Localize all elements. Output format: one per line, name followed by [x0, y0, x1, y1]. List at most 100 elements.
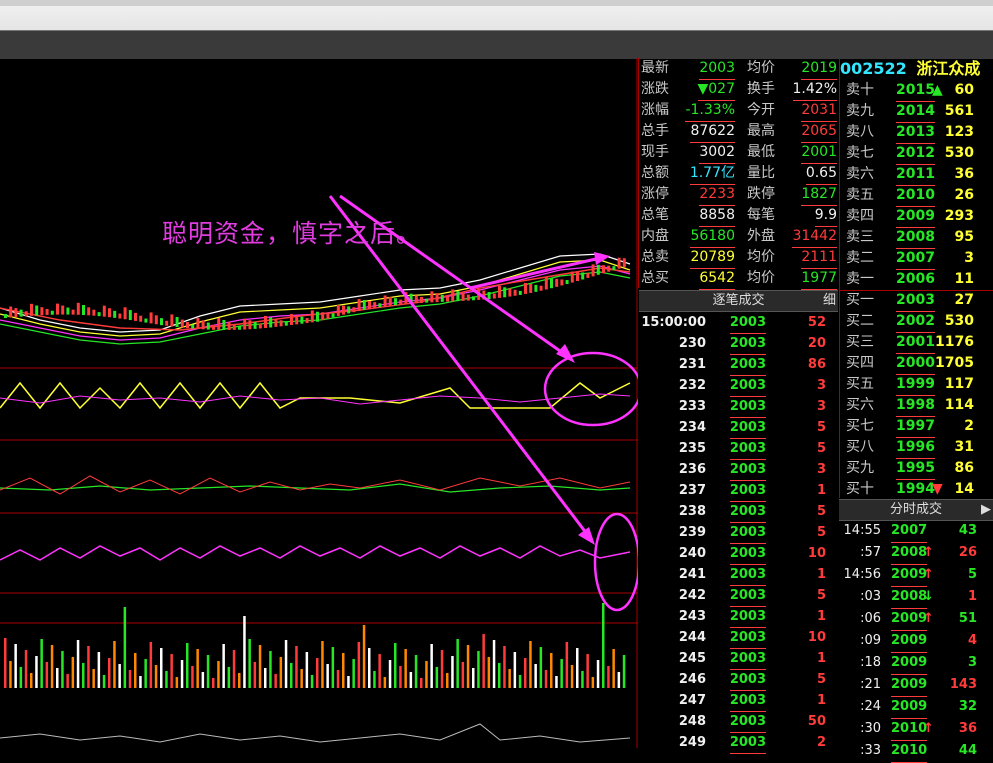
- tick-row[interactable]: 233 2003 3: [639, 396, 838, 418]
- volume-bar: [196, 649, 199, 688]
- volume-bar: [102, 675, 106, 688]
- tick-price: 2003: [729, 417, 766, 439]
- fen-row[interactable]: :03 2008 ↓ 1: [839, 586, 993, 609]
- tick-price: 2003: [729, 480, 766, 502]
- tick-detail-button[interactable]: 细: [823, 291, 836, 311]
- quote-value: 2001: [801, 142, 837, 164]
- tick-header[interactable]: 逐笔成交 细: [639, 290, 838, 312]
- tick-row[interactable]: 15:00:00 2003 52: [639, 312, 838, 334]
- tick-row[interactable]: 235 2003 5: [639, 438, 838, 460]
- tick-row[interactable]: 245 2003 1: [639, 648, 838, 670]
- quote-value: 31442: [792, 226, 837, 248]
- candle: [4, 314, 7, 318]
- quote-row: 涨幅 -1.33% 今开 2031: [639, 100, 839, 122]
- candle: [368, 301, 371, 310]
- candle: [128, 310, 132, 321]
- fen-header[interactable]: 分时成交 ▶: [839, 499, 993, 521]
- window-top-bar: [0, 0, 993, 59]
- volume-bar: [446, 673, 449, 688]
- level-label: 卖二: [846, 250, 874, 266]
- volume-bar: [87, 646, 90, 688]
- quote-label: 总额: [641, 165, 669, 181]
- level-price: 1999: [896, 374, 935, 396]
- candle: [196, 317, 200, 329]
- tick-row[interactable]: 232 2003 3: [639, 375, 838, 397]
- volume-bar: [66, 674, 69, 688]
- volume-bar: [466, 645, 470, 688]
- quote-label: 总手: [641, 123, 669, 139]
- fen-price: 2008: [891, 586, 928, 609]
- tick-row[interactable]: 244 2003 10: [639, 627, 838, 649]
- quote-row: 最新 2003 均价 2019: [639, 58, 839, 80]
- volume-bar: [290, 663, 293, 688]
- tick-row[interactable]: 242 2003 5: [639, 585, 838, 607]
- fen-volume: 26: [958, 545, 977, 560]
- volume-bar: [399, 666, 402, 688]
- fen-row[interactable]: :24 2009 32: [839, 696, 993, 719]
- kline-chart[interactable]: 聪明资金，慎字之后。: [0, 58, 638, 748]
- volume-bar: [310, 675, 314, 688]
- level-price: 2014: [896, 101, 935, 123]
- bid-row: 买三 2001 1176: [840, 332, 993, 354]
- tick-row[interactable]: 239 2003 5: [639, 522, 838, 544]
- tick-price: 2003: [729, 354, 766, 376]
- volume-bar: [544, 670, 548, 688]
- tick-volume: 5: [816, 525, 826, 540]
- fen-row[interactable]: 14:55 2007 43: [839, 520, 993, 543]
- volume-bar: [24, 650, 28, 688]
- tick-row[interactable]: 248 2003 50: [639, 711, 838, 733]
- candle: [550, 278, 553, 289]
- volume-bar: [113, 641, 116, 688]
- tick-volume: 2: [816, 735, 826, 750]
- volume-bar: [388, 660, 392, 688]
- ask-row: 卖十 2015 ▲ 60: [840, 80, 993, 102]
- fen-volume: 5: [967, 567, 977, 582]
- volume-bar: [149, 642, 153, 688]
- tick-row[interactable]: 238 2003 5: [639, 501, 838, 523]
- fen-row[interactable]: :09 2009 4: [839, 630, 993, 653]
- tick-row[interactable]: 237 2003 1: [639, 480, 838, 502]
- quote-row: 涨跌 ▼027 换手 1.42%: [639, 79, 839, 101]
- tick-row[interactable]: 231 2003 86: [639, 354, 838, 376]
- tick-price: 2003: [729, 711, 766, 733]
- tick-time: 245: [678, 651, 706, 666]
- tick-row[interactable]: 234 2003 5: [639, 417, 838, 439]
- tick-row[interactable]: 241 2003 1: [639, 564, 838, 586]
- fen-row[interactable]: 14:56 2009 ↑ 5: [839, 564, 993, 587]
- tick-row[interactable]: 249 2003 2: [639, 732, 838, 754]
- tick-list[interactable]: 15:00:00 2003 52 230 2003 20 231 2003 86 232 2003 3…: [639, 312, 838, 754]
- quote-label: 最新: [641, 60, 669, 76]
- volume-bar: [622, 655, 626, 688]
- fen-time: :06: [860, 611, 881, 626]
- fen-list[interactable]: 14:55 2007 43:57 2008 ↑ 26 14:56 2009 ↑ 5:03 2008 ↓…: [839, 520, 993, 763]
- tick-row[interactable]: 243 2003 1: [639, 606, 838, 628]
- level-volume: 530: [944, 145, 974, 161]
- fen-price: 2008: [891, 542, 928, 565]
- tick-row[interactable]: 240 2003 10: [639, 543, 838, 565]
- level-price: 2011: [896, 164, 935, 186]
- fen-row[interactable]: :33 2010 44: [839, 740, 993, 763]
- candle: [170, 314, 174, 327]
- volume-bar: [19, 667, 23, 688]
- bid-row: 买五 1999 117: [840, 374, 993, 396]
- tick-row[interactable]: 247 2003 1: [639, 690, 838, 712]
- candle: [539, 285, 543, 291]
- volume-bar: [61, 651, 64, 688]
- fen-row[interactable]: :57 2008 ↑ 26: [839, 542, 993, 565]
- volume-bar: [248, 639, 251, 688]
- volume-bar: [492, 640, 496, 688]
- candle: [414, 295, 418, 304]
- tick-row[interactable]: 246 2003 5: [639, 669, 838, 691]
- tick-time: 249: [678, 735, 706, 750]
- candle: [581, 272, 585, 280]
- fen-row[interactable]: :21 2009 143: [839, 674, 993, 697]
- fen-row[interactable]: :30 2010 ↑ 36: [839, 718, 993, 741]
- tick-row[interactable]: 236 2003 3: [639, 459, 838, 481]
- fen-next-button[interactable]: ▶: [981, 500, 991, 520]
- tick-row[interactable]: 230 2003 20: [639, 333, 838, 355]
- tick-volume: 1: [816, 483, 826, 498]
- candle: [24, 311, 28, 317]
- fen-row[interactable]: :06 2009 ↑ 51: [839, 608, 993, 631]
- fen-row[interactable]: :18 2009 3: [839, 652, 993, 675]
- quote-row: 总手 87622 最高 2065: [639, 121, 839, 143]
